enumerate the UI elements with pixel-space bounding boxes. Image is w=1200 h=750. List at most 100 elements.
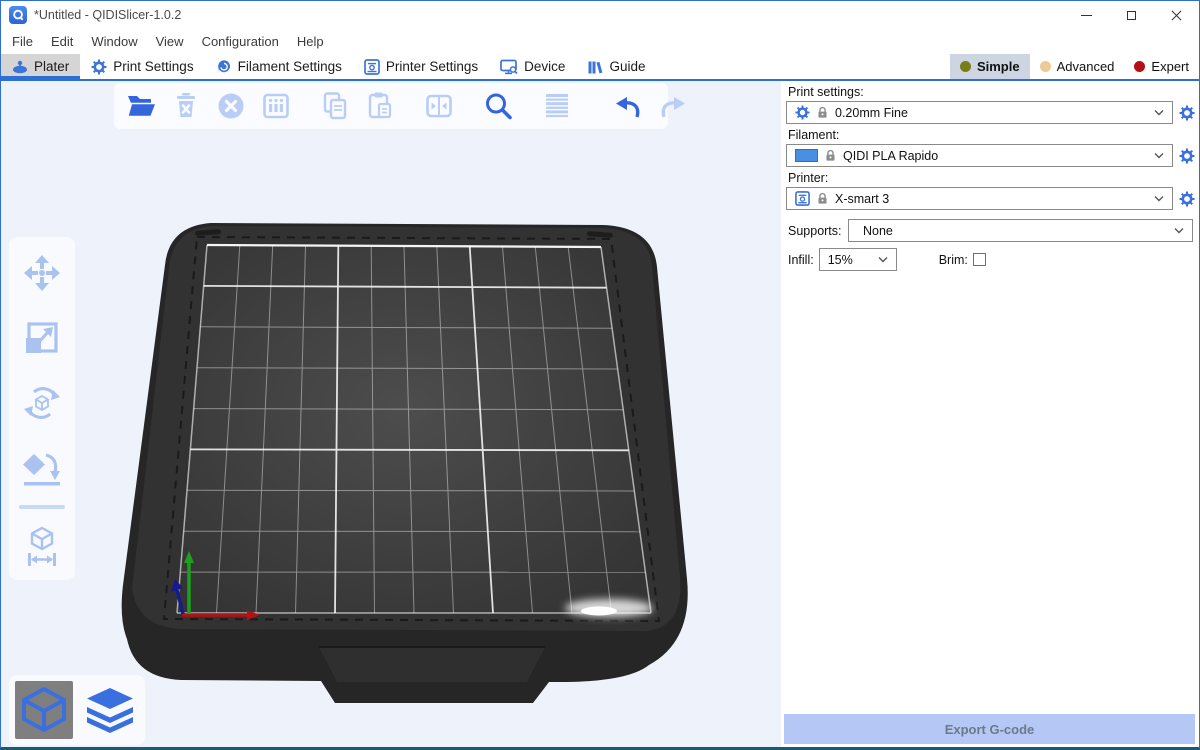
rotate-button[interactable]	[22, 383, 62, 423]
gear-icon	[795, 105, 810, 120]
app-logo-icon	[9, 6, 27, 24]
menu-item-help[interactable]: Help	[288, 34, 333, 49]
mode-advanced[interactable]: Advanced	[1030, 54, 1125, 79]
tab-filament-settings[interactable]: Filament Settings	[205, 54, 353, 79]
supports-label: Supports:	[788, 224, 848, 238]
mode-expert[interactable]: Expert	[1124, 54, 1199, 79]
filament-icon	[216, 59, 232, 75]
rotate-icon	[22, 383, 62, 423]
menu-item-edit[interactable]: Edit	[42, 34, 82, 49]
filament-gear-button[interactable]	[1179, 148, 1195, 164]
gear-icon	[1179, 148, 1195, 164]
gear-icon	[1179, 105, 1195, 121]
filament-combo[interactable]: QIDI PLA Rapido	[786, 144, 1173, 167]
delete-all-icon	[215, 90, 247, 122]
title-bar: *Untitled - QIDISlicer-1.0.2	[1, 1, 1199, 29]
menu-item-view[interactable]: View	[147, 34, 193, 49]
trash-icon	[170, 90, 202, 122]
view-toggle-bar	[9, 675, 145, 745]
simple-mode-dot-icon	[960, 61, 971, 72]
printer-gear-button[interactable]	[1179, 191, 1195, 207]
device-icon	[500, 59, 518, 75]
tab-printer-settings[interactable]: Printer Settings	[353, 54, 489, 79]
open-button[interactable]	[124, 89, 158, 123]
top-toolbar	[114, 83, 668, 129]
filament-color-swatch	[795, 149, 818, 162]
split-icon	[423, 90, 455, 122]
arrange-icon	[260, 90, 292, 122]
mode-label: Advanced	[1057, 59, 1115, 74]
menu-item-window[interactable]: Window	[82, 34, 146, 49]
copy-button[interactable]	[318, 89, 352, 123]
viewport-3d[interactable]	[1, 81, 781, 747]
redo-icon	[657, 90, 689, 122]
measure-icon	[22, 526, 62, 566]
layers-stack-icon	[85, 686, 135, 734]
lock-icon	[817, 192, 828, 205]
gear-icon	[1179, 191, 1195, 207]
print-settings-gear-button[interactable]	[1179, 105, 1195, 121]
redo-button[interactable]	[656, 89, 690, 123]
variable-layer-height-button[interactable]	[540, 89, 574, 123]
measure-button[interactable]	[22, 526, 62, 566]
brim-checkbox[interactable]	[973, 253, 986, 266]
mode-label: Expert	[1151, 59, 1189, 74]
bed-grid	[177, 245, 651, 613]
maximize-button[interactable]	[1109, 1, 1154, 29]
chevron-down-icon	[1154, 196, 1164, 202]
paste-icon	[364, 90, 396, 122]
tab-plater[interactable]: Plater	[1, 54, 80, 79]
move-button[interactable]	[22, 253, 62, 293]
infill-label: Infill:	[788, 253, 814, 267]
tab-label: Print Settings	[113, 59, 193, 74]
menu-item-file[interactable]: File	[3, 34, 42, 49]
tab-bar: Plater Print Settings Filament Settings …	[1, 54, 1199, 81]
undo-button[interactable]	[611, 89, 645, 123]
preview-layers-view-button[interactable]	[81, 681, 139, 739]
tab-device[interactable]: Device	[489, 54, 576, 79]
filament-label: Filament:	[788, 128, 1195, 142]
print-settings-value: 0.20mm Fine	[835, 106, 1147, 120]
minimize-button[interactable]	[1064, 1, 1109, 29]
scale-button[interactable]	[22, 318, 62, 358]
undo-icon	[612, 90, 644, 122]
open-folder-icon	[125, 90, 157, 122]
printer-combo[interactable]: X-smart 3	[786, 187, 1173, 210]
chevron-down-icon	[1174, 228, 1184, 234]
tab-label: Device	[524, 59, 565, 74]
place-on-face-button[interactable]	[22, 448, 62, 488]
print-settings-combo[interactable]: 0.20mm Fine	[786, 101, 1173, 124]
menu-bar: File Edit Window View Configuration Help	[1, 29, 1199, 54]
printer-value: X-smart 3	[835, 192, 1147, 206]
gizmo-divider	[19, 505, 65, 509]
3d-cube-icon	[21, 686, 67, 734]
tab-label: Filament Settings	[238, 59, 342, 74]
tab-label: Plater	[34, 59, 69, 74]
infill-combo[interactable]: 15%	[819, 248, 897, 271]
printer-icon	[795, 191, 810, 206]
advanced-mode-dot-icon	[1040, 61, 1051, 72]
supports-combo[interactable]: None	[848, 219, 1193, 242]
search-button[interactable]	[481, 89, 515, 123]
settings-panel: Print settings: 0.20mm Fine Filament: QI…	[781, 81, 1199, 747]
paste-button[interactable]	[363, 89, 397, 123]
mode-simple[interactable]: Simple	[950, 54, 1030, 79]
print-settings-label: Print settings:	[788, 85, 1195, 99]
guide-icon	[587, 59, 603, 75]
app-window: *Untitled - QIDISlicer-1.0.2 File Edit W…	[0, 0, 1200, 750]
delete-button[interactable]	[169, 89, 203, 123]
close-button[interactable]	[1154, 1, 1199, 29]
3d-editor-view-button[interactable]	[15, 681, 73, 739]
mode-label: Simple	[977, 59, 1020, 74]
export-gcode-button[interactable]: Export G-code	[784, 714, 1195, 744]
arrange-button[interactable]	[259, 89, 293, 123]
delete-all-button[interactable]	[214, 89, 248, 123]
move-icon	[22, 253, 62, 293]
tab-guide[interactable]: Guide	[576, 54, 656, 79]
tab-label: Printer Settings	[386, 59, 478, 74]
maximize-icon	[1127, 11, 1136, 20]
tab-print-settings[interactable]: Print Settings	[80, 54, 204, 79]
menu-item-configuration[interactable]: Configuration	[193, 34, 288, 49]
split-to-objects-button[interactable]	[422, 89, 456, 123]
layer-lines-icon	[541, 90, 573, 122]
